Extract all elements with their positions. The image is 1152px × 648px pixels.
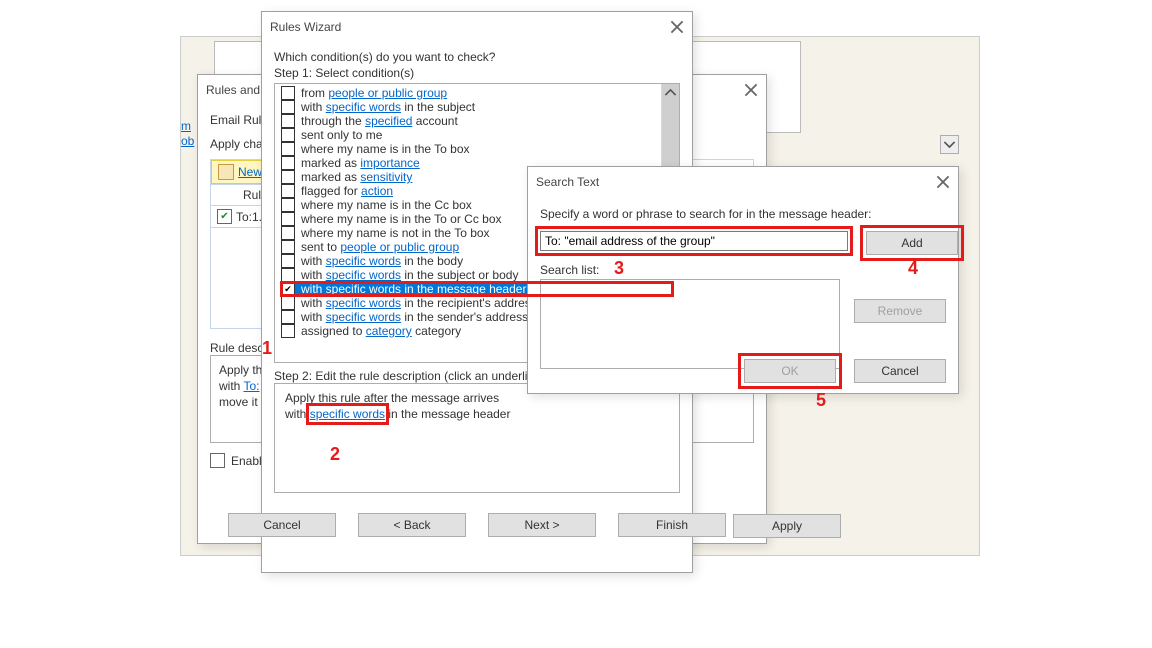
condition-link[interactable]: category: [366, 324, 412, 338]
condition-text: flagged for action: [301, 184, 393, 198]
rule-desc-to-link[interactable]: To:: [243, 379, 259, 393]
wizard-step1-label: Step 1: Select condition(s): [274, 66, 680, 80]
condition-text: marked as sensitivity: [301, 170, 412, 184]
condition-checkbox[interactable]: [281, 268, 295, 282]
background-link-1[interactable]: m: [181, 119, 191, 133]
apply-button[interactable]: Apply: [733, 514, 841, 538]
condition-text: sent only to me: [301, 128, 382, 142]
condition-checkbox[interactable]: [281, 198, 295, 212]
condition-link[interactable]: specified: [365, 114, 412, 128]
step2-line2-pre: with: [285, 407, 310, 421]
wizard-step2-box: Apply this rule after the message arrive…: [274, 383, 680, 493]
condition-text: with specific words in the sender's addr…: [301, 310, 528, 324]
rule-row-checkbox[interactable]: ✔: [217, 209, 232, 224]
condition-link[interactable]: importance: [360, 156, 419, 170]
search-text-dialog: Search Text Specify a word or phrase to …: [527, 166, 959, 394]
condition-checkbox[interactable]: [281, 100, 295, 114]
condition-text: through the specified account: [301, 114, 458, 128]
condition-item[interactable]: through the specified account: [281, 114, 673, 128]
search-text-prompt: Specify a word or phrase to search for i…: [540, 207, 946, 221]
condition-checkbox[interactable]: [281, 170, 295, 184]
condition-checkbox[interactable]: [281, 310, 295, 324]
condition-link[interactable]: specific words: [326, 254, 401, 268]
condition-text: with specific words in the subject or bo…: [301, 268, 518, 282]
condition-text: where my name is not in the To box: [301, 226, 490, 240]
condition-checkbox[interactable]: [281, 156, 295, 170]
ok-button[interactable]: OK: [744, 359, 836, 383]
condition-checkbox[interactable]: [281, 142, 295, 156]
condition-text: where my name is in the To box: [301, 142, 470, 156]
new-rule-icon: [218, 164, 234, 180]
specific-words-link[interactable]: specific words: [310, 407, 385, 421]
condition-link[interactable]: action: [361, 184, 393, 198]
wizard-question: Which condition(s) do you want to check?: [274, 50, 680, 64]
condition-checkbox[interactable]: [281, 282, 295, 296]
search-list-label: Search list:: [540, 263, 946, 277]
search-text-title: Search Text: [536, 175, 599, 189]
condition-checkbox[interactable]: [281, 240, 295, 254]
search-list-box[interactable]: [540, 279, 840, 369]
condition-checkbox[interactable]: [281, 128, 295, 142]
close-icon[interactable]: [744, 83, 758, 97]
condition-item[interactable]: with specific words in the subject: [281, 100, 673, 114]
background-link-2[interactable]: ob: [181, 134, 194, 148]
condition-checkbox[interactable]: [281, 296, 295, 310]
condition-link[interactable]: specific words: [326, 100, 401, 114]
close-icon[interactable]: [670, 20, 684, 34]
condition-text: where my name is in the To or Cc box: [301, 212, 502, 226]
condition-checkbox[interactable]: [281, 86, 295, 100]
condition-text: with specific words in the body: [301, 254, 463, 268]
condition-link[interactable]: specific words: [326, 310, 401, 324]
condition-checkbox[interactable]: [281, 324, 295, 338]
condition-text: with specific words in the recipient's a…: [301, 296, 537, 310]
condition-item[interactable]: from people or public group: [281, 86, 673, 100]
back-button[interactable]: < Back: [358, 513, 466, 537]
cancel-button[interactable]: Cancel: [228, 513, 336, 537]
condition-text: sent to people or public group: [301, 240, 459, 254]
condition-link[interactable]: people or public group: [340, 240, 459, 254]
condition-text: with specific words in the message heade…: [301, 282, 526, 296]
step2-line2-post: in the message header: [385, 407, 510, 421]
condition-link[interactable]: sensitivity: [360, 170, 412, 184]
rule-desc-line2-pre: with: [219, 379, 243, 393]
condition-text: from people or public group: [301, 86, 447, 100]
condition-checkbox[interactable]: [281, 212, 295, 226]
condition-checkbox[interactable]: [281, 184, 295, 198]
condition-link[interactable]: specific words: [326, 268, 401, 282]
search-text-input[interactable]: [540, 231, 848, 251]
rules-wizard-title: Rules Wizard: [270, 20, 341, 34]
next-button[interactable]: Next >: [488, 513, 596, 537]
condition-checkbox[interactable]: [281, 226, 295, 240]
remove-button[interactable]: Remove: [854, 299, 946, 323]
background-dropdown[interactable]: [940, 135, 959, 154]
add-button[interactable]: Add: [866, 231, 958, 255]
condition-link[interactable]: people or public group: [328, 86, 447, 100]
enable-rules-checkbox[interactable]: [210, 453, 225, 468]
cancel-button[interactable]: Cancel: [854, 359, 946, 383]
condition-text: with specific words in the subject: [301, 100, 475, 114]
condition-text: assigned to category category: [301, 324, 461, 338]
condition-item[interactable]: sent only to me: [281, 128, 673, 142]
condition-text: where my name is in the Cc box: [301, 198, 472, 212]
condition-checkbox[interactable]: [281, 114, 295, 128]
scroll-up-icon[interactable]: [662, 84, 679, 101]
condition-item[interactable]: where my name is in the To box: [281, 142, 673, 156]
condition-text: marked as importance: [301, 156, 420, 170]
close-icon[interactable]: [936, 175, 950, 189]
condition-checkbox[interactable]: [281, 254, 295, 268]
condition-link[interactable]: specific words: [326, 296, 401, 310]
finish-button[interactable]: Finish: [618, 513, 726, 537]
